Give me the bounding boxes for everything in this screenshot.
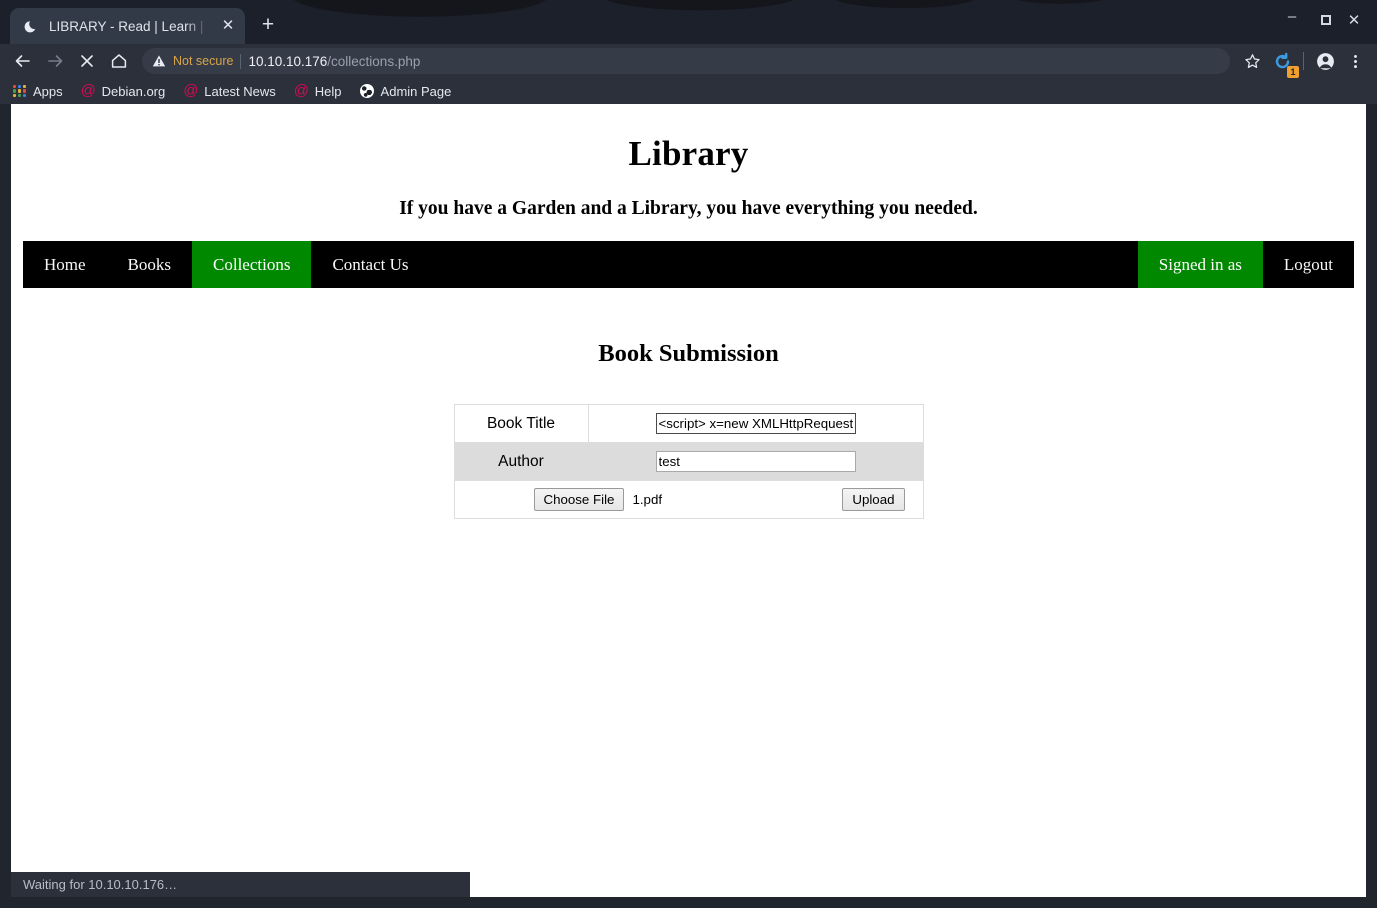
debian-swirl-icon: @ bbox=[80, 82, 96, 99]
window-maximize-button[interactable] bbox=[1309, 0, 1343, 40]
window-controls: – ✕ bbox=[1275, 0, 1377, 40]
bookmark-latest-news[interactable]: @ Latest News bbox=[174, 80, 285, 102]
upload-button[interactable]: Upload bbox=[842, 488, 905, 511]
browser-toolbar: Not secure 10.10.10.176/collections.php … bbox=[0, 44, 1377, 78]
bookmark-label: Admin Page bbox=[380, 83, 452, 99]
back-arrow-icon[interactable] bbox=[8, 47, 38, 75]
debian-swirl-icon: @ bbox=[293, 82, 310, 99]
table-row-author: Author bbox=[453, 442, 924, 481]
apps-grid-icon bbox=[13, 84, 26, 98]
book-title-label: Book Title bbox=[453, 404, 589, 443]
author-input[interactable] bbox=[655, 451, 856, 472]
book-title-input[interactable] bbox=[655, 413, 856, 434]
nav-item-collections[interactable]: Collections bbox=[192, 241, 312, 288]
site-navigation: Home Books Collections Contact Us Signed… bbox=[23, 241, 1354, 288]
debian-swirl-icon: @ bbox=[183, 82, 199, 99]
not-secure-label: Not secure bbox=[173, 54, 234, 68]
status-bubble: Waiting for 10.10.10.176… bbox=[11, 872, 470, 897]
forward-arrow-icon bbox=[40, 47, 70, 75]
crescent-moon-icon bbox=[24, 18, 40, 34]
star-icon[interactable] bbox=[1238, 47, 1266, 75]
stop-x-icon[interactable] bbox=[72, 47, 102, 75]
browser-tab[interactable]: LIBRARY - Read | Learn | H ✕ bbox=[10, 8, 245, 44]
page-title: Library bbox=[628, 134, 749, 173]
upload-cell: Choose File 1.pdf Upload bbox=[453, 480, 924, 519]
tab-strip: LIBRARY - Read | Learn | H ✕ + – ✕ bbox=[0, 0, 1377, 44]
choose-file-button[interactable]: Choose File bbox=[533, 488, 625, 511]
bookmark-label: Apps bbox=[33, 83, 63, 99]
nav-item-logout[interactable]: Logout bbox=[1263, 241, 1354, 288]
browser-window: LIBRARY - Read | Learn | H ✕ + – ✕ Not s… bbox=[0, 0, 1377, 908]
chosen-filename: 1.pdf bbox=[632, 492, 663, 507]
toolbar-divider bbox=[1303, 52, 1304, 70]
bookmark-debian-org[interactable]: @ Debian.org bbox=[72, 80, 175, 102]
nav-item-books[interactable]: Books bbox=[107, 241, 192, 288]
home-icon[interactable] bbox=[104, 47, 134, 75]
bookmarks-bar: Apps @ Debian.org @ Latest News @ Help A… bbox=[0, 78, 1377, 104]
table-row-book-title: Book Title bbox=[453, 404, 924, 443]
new-tab-button[interactable]: + bbox=[253, 10, 283, 40]
author-label: Author bbox=[453, 442, 589, 481]
bookmark-apps[interactable]: Apps bbox=[10, 80, 72, 102]
account-avatar-icon[interactable] bbox=[1311, 47, 1339, 75]
page-viewport: Library If you have a Garden and a Libra… bbox=[11, 104, 1366, 897]
nav-spacer bbox=[430, 241, 1138, 288]
form-heading: Book Submission bbox=[598, 340, 779, 367]
three-dot-menu-icon[interactable] bbox=[1341, 47, 1369, 75]
tab-close-icon[interactable]: ✕ bbox=[217, 15, 239, 37]
window-close-button[interactable]: ✕ bbox=[1343, 0, 1377, 40]
url-host: 10.10.10.176 bbox=[248, 53, 328, 69]
book-title-field-cell bbox=[587, 404, 924, 443]
bookmark-label: Latest News bbox=[204, 83, 276, 99]
upload-controls: Choose File 1.pdf Upload bbox=[455, 488, 923, 511]
url-text: 10.10.10.176/collections.php bbox=[248, 54, 420, 69]
submission-form-wrapper: Book Title Author bbox=[11, 368, 1366, 519]
extension-refresh-icon[interactable]: 1 bbox=[1268, 47, 1299, 78]
file-picker-group: Choose File 1.pdf bbox=[533, 488, 663, 511]
author-field-cell bbox=[587, 442, 924, 481]
bookmark-label: Debian.org bbox=[101, 83, 166, 99]
warning-triangle-icon bbox=[152, 54, 166, 68]
bookmark-admin-page[interactable]: Admin Page bbox=[351, 80, 461, 102]
nav-item-home[interactable]: Home bbox=[23, 241, 107, 288]
omnibox-divider bbox=[240, 53, 242, 69]
bookmark-help[interactable]: @ Help bbox=[285, 80, 351, 102]
bookmark-label: Help bbox=[314, 83, 342, 99]
nav-item-signed-in-as[interactable]: Signed in as bbox=[1137, 241, 1263, 288]
book-submission-table: Book Title Author bbox=[453, 404, 924, 519]
page-tagline: If you have a Garden and a Library, you … bbox=[399, 198, 978, 219]
table-row-upload: Choose File 1.pdf Upload bbox=[453, 480, 924, 519]
url-path: /collections.php bbox=[327, 53, 421, 69]
extension-badge-count: 1 bbox=[1287, 66, 1299, 78]
globe-icon bbox=[359, 84, 374, 98]
window-minimize-button[interactable]: – bbox=[1275, 0, 1309, 40]
tab-title: LIBRARY - Read | Learn | H bbox=[49, 18, 208, 34]
nav-item-contact-us[interactable]: Contact Us bbox=[311, 241, 429, 288]
address-bar[interactable]: Not secure 10.10.10.176/collections.php bbox=[142, 48, 1230, 74]
